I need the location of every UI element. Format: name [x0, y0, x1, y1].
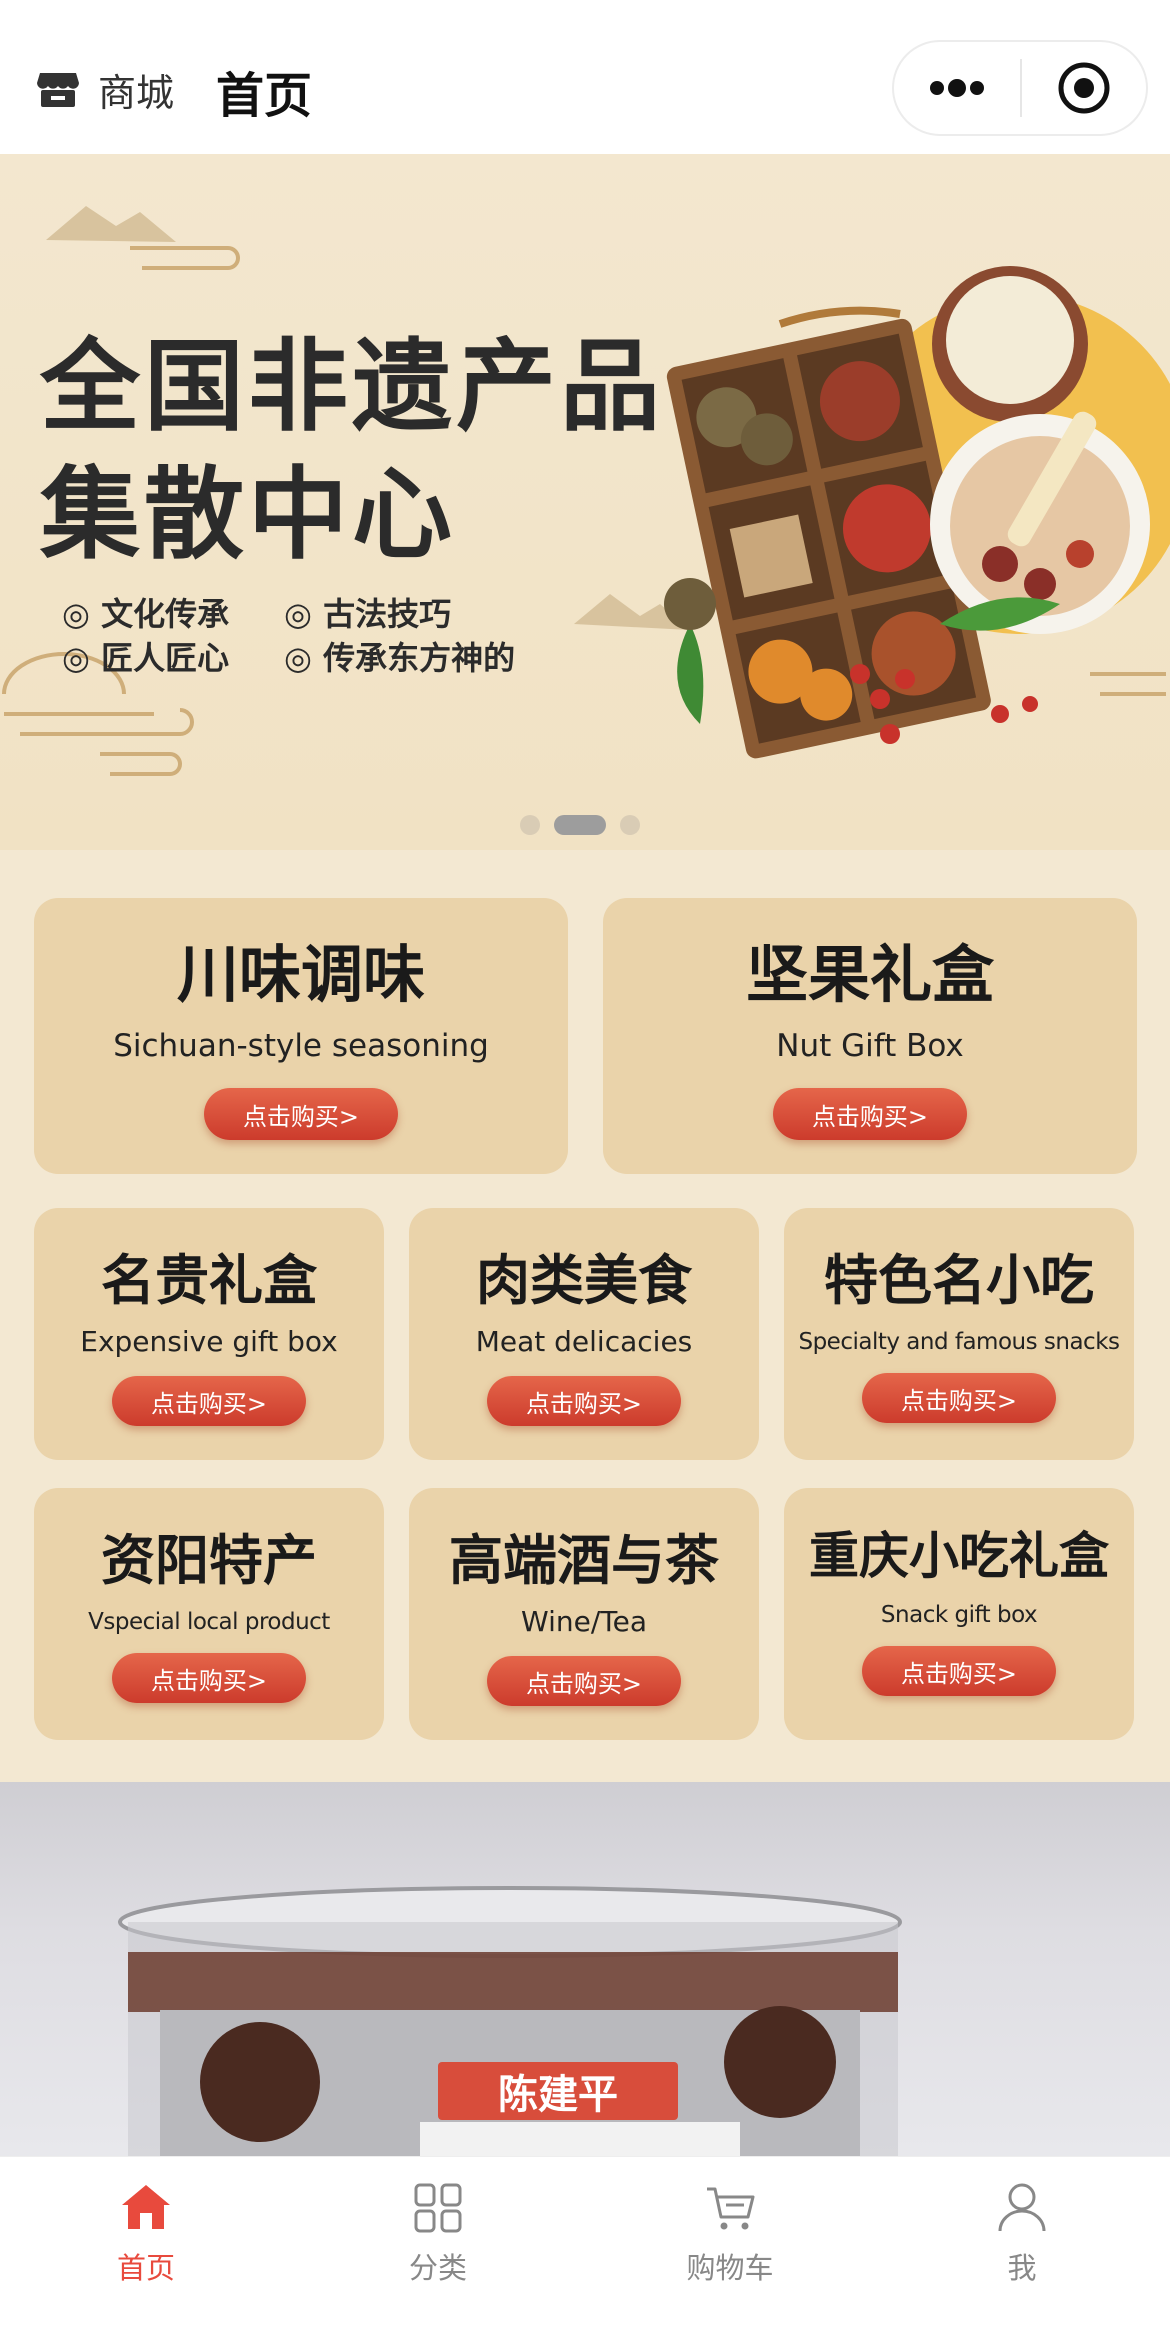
category-card-wine-tea[interactable]: 高端酒与茶 Wine/Tea 点击购买>: [409, 1488, 759, 1740]
category-card-snack-gift-box[interactable]: 重庆小吃礼盒 Snack gift box 点击购买>: [784, 1488, 1134, 1740]
banner-headline: 全国非遗产品 集散中心: [40, 322, 664, 578]
store-icon: [37, 73, 79, 107]
top-bar: 商城 首页: [0, 0, 1170, 154]
bottom-tab-bar: 首页 分类 购物车 我: [0, 2156, 1170, 2346]
buy-button[interactable]: 点击购买>: [204, 1088, 398, 1140]
banner-carousel[interactable]: 全国非遗产品 集散中心 ◎ 文化传承 ◎ 古法技巧 ◎ 匠人匠心 ◎ 传承东方神…: [0, 154, 1170, 850]
carousel-dot[interactable]: [520, 815, 540, 835]
buy-button[interactable]: 点击购买>: [773, 1088, 967, 1140]
buy-button[interactable]: 点击购买>: [487, 1656, 681, 1706]
brand-label: 商城: [98, 70, 175, 115]
category-title: 川味调味: [176, 938, 425, 1011]
more-dots-icon: [930, 79, 984, 97]
app-root: 商城 首页 全国非遗产品 集散中心 ◎ 文化传承 ◎ 古法技巧 ◎ 匠人匠心 ◎…: [0, 0, 1170, 2346]
banner-features: ◎ 文化传承 ◎ 古法技巧 ◎ 匠人匠心 ◎ 传承东方神的: [62, 594, 544, 678]
buy-button[interactable]: 点击购买>: [112, 1653, 306, 1703]
product-brand-tag: 陈建平: [438, 2062, 678, 2120]
category-card-local-product[interactable]: 资阳特产 Vspecial local product 点击购买>: [34, 1488, 384, 1740]
category-title: 资阳特产: [101, 1529, 317, 1592]
home-icon: [122, 2185, 170, 2229]
buy-button[interactable]: 点击购买>: [112, 1376, 306, 1426]
category-subtitle: Snack gift box: [880, 1602, 1038, 1628]
banner-feature: ◎ 匠人匠心: [62, 639, 230, 677]
banner-feature: ◎ 古法技巧: [284, 595, 452, 633]
tab-label: 我: [1007, 2251, 1037, 2285]
page-title: 首页: [216, 68, 313, 124]
tab-cart[interactable]: 购物车: [630, 2181, 830, 2287]
category-card-nut-gift-box[interactable]: 坚果礼盒 Nut Gift Box 点击购买>: [603, 898, 1137, 1174]
category-subtitle: Specialty and famous snacks: [798, 1329, 1120, 1355]
tab-category[interactable]: 分类: [338, 2181, 538, 2287]
banner-feature: ◎ 文化传承: [62, 595, 230, 633]
category-title: 特色名小吃: [824, 1249, 1094, 1312]
carousel-indicator: [520, 815, 640, 835]
tab-profile[interactable]: 我: [922, 2181, 1122, 2287]
target-icon: [1058, 62, 1110, 114]
category-subtitle: Vspecial local product: [88, 1609, 330, 1635]
category-title: 肉类美食: [476, 1249, 692, 1312]
category-title: 名贵礼盒: [101, 1249, 317, 1312]
banner-headline-line2: 集散中心: [40, 455, 456, 573]
tab-home[interactable]: 首页: [46, 2181, 246, 2287]
category-subtitle: Meat delicacies: [475, 1325, 693, 1358]
category-subtitle: Wine/Tea: [521, 1605, 647, 1638]
buy-button[interactable]: 点击购买>: [487, 1376, 681, 1426]
category-card-meat-delicacies[interactable]: 肉类美食 Meat delicacies 点击购买>: [409, 1208, 759, 1460]
user-icon: [998, 2183, 1046, 2232]
close-miniprogram-button[interactable]: [1022, 42, 1146, 134]
category-subtitle: Sichuan-style seasoning: [113, 1028, 489, 1064]
category-grid-icon: [414, 2183, 462, 2233]
category-card-famous-snacks[interactable]: 特色名小吃 Specialty and famous snacks 点击购买>: [784, 1208, 1134, 1460]
category-card-expensive-gift-box[interactable]: 名贵礼盒 Expensive gift box 点击购买>: [34, 1208, 384, 1460]
buy-button[interactable]: 点击购买>: [862, 1646, 1056, 1696]
carousel-dot-active[interactable]: [554, 815, 606, 835]
category-title: 坚果礼盒: [745, 938, 994, 1011]
banner-feature: ◎ 传承东方神的: [284, 639, 516, 677]
cart-icon: [707, 2187, 755, 2230]
banner-headline-line1: 全国非遗产品: [40, 327, 664, 445]
category-title: 高端酒与茶: [449, 1529, 719, 1592]
tab-label: 首页: [116, 2251, 175, 2285]
category-card-sichuan-seasoning[interactable]: 川味调味 Sichuan-style seasoning 点击购买>: [34, 898, 568, 1174]
buy-button[interactable]: 点击购买>: [862, 1373, 1056, 1423]
more-button[interactable]: [894, 42, 1020, 134]
category-title: 重庆小吃礼盒: [809, 1527, 1109, 1585]
mini-program-capsule: [892, 40, 1148, 136]
carousel-dot[interactable]: [620, 815, 640, 835]
category-subtitle: Expensive gift box: [80, 1325, 338, 1358]
category-subtitle: Nut Gift Box: [776, 1028, 964, 1064]
tab-label: 分类: [408, 2251, 467, 2285]
brand[interactable]: 商城: [36, 66, 174, 115]
tab-label: 购物车: [686, 2251, 774, 2285]
